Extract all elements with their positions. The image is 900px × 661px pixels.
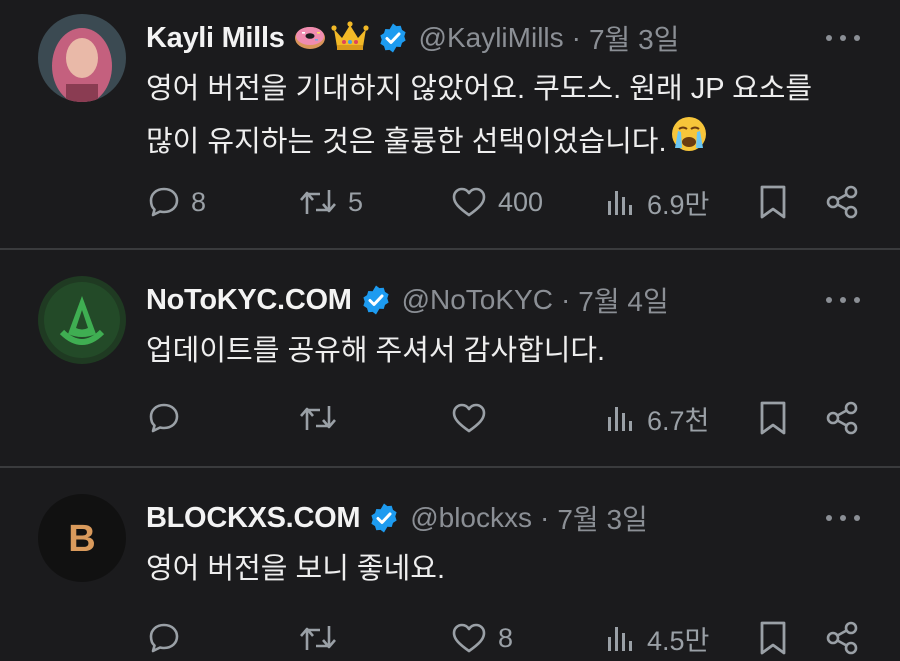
reply-icon <box>149 403 179 433</box>
views-chart-icon <box>608 407 632 431</box>
reply-button[interactable] <box>147 398 191 438</box>
avatar[interactable]: B <box>38 494 126 582</box>
views-button[interactable]: 6.7천 <box>605 398 709 438</box>
post-header: BLOCKXS.COM @blockxs · 7월 3일 <box>146 498 648 538</box>
views-button[interactable]: 6.9만 <box>605 182 709 222</box>
share-button[interactable] <box>824 182 860 222</box>
user-handle[interactable]: @blockxs <box>410 502 532 534</box>
view-count: 6.9만 <box>647 189 710 220</box>
bookmark-icon <box>760 185 786 219</box>
post-text-line: 영어 버전을 보니 좋네요. <box>146 553 446 585</box>
display-name[interactable]: NoToKYC.COM <box>146 284 352 317</box>
bookmark-icon <box>760 401 786 435</box>
display-name[interactable]: Kayli Mills <box>146 22 285 55</box>
like-button[interactable]: 400 <box>450 182 543 222</box>
share-icon <box>826 401 858 435</box>
like-count: 400 <box>498 186 544 217</box>
views-chart-icon <box>608 627 632 651</box>
crying-face-emoji <box>669 114 709 170</box>
crown-emoji <box>330 19 369 58</box>
post-kayli-mills[interactable]: Kayli Mills @KayliMills · 7월 3일 영어 버전을 기… <box>0 0 900 250</box>
post-text: 영어 버전을 기대하지 않았어요. 쿠도스. 원래 JP 요소를 많이 유지하는… <box>146 64 866 170</box>
views-button[interactable]: 4.5만 <box>605 618 709 658</box>
donut-emoji <box>293 19 327 58</box>
reply-count: 8 <box>191 186 207 217</box>
reply-icon <box>149 623 179 653</box>
share-icon <box>826 621 858 655</box>
reply-button[interactable] <box>147 618 191 658</box>
post-notokyc[interactable]: NoToKYC.COM @NoToKYC · 7월 4일 업데이트를 공유해 주… <box>0 250 900 468</box>
heart-icon <box>452 187 486 217</box>
post-actions: 6.7천 <box>0 398 900 438</box>
timeline-feed: Kayli Mills @KayliMills · 7월 3일 영어 버전을 기… <box>0 0 900 661</box>
bookmark-icon <box>760 621 786 655</box>
repost-icon <box>300 190 336 214</box>
post-header: NoToKYC.COM @NoToKYC · 7월 4일 <box>146 280 669 320</box>
display-name[interactable]: BLOCKXS.COM <box>146 502 361 535</box>
repost-count: 5 <box>348 186 364 217</box>
like-button[interactable] <box>450 398 498 438</box>
verified-badge-icon <box>360 284 392 316</box>
repost-button[interactable] <box>298 398 348 438</box>
post-text: 업데이트를 공유해 주셔서 감사합니다. <box>146 326 866 376</box>
views-chart-icon <box>608 191 632 215</box>
share-button[interactable] <box>824 398 860 438</box>
separator-dot: · <box>571 22 581 53</box>
user-handle[interactable]: @NoToKYC <box>402 284 553 316</box>
more-options-icon[interactable] <box>826 290 860 310</box>
view-count: 6.7천 <box>647 405 710 436</box>
reply-button[interactable]: 8 <box>147 182 206 222</box>
repost-button[interactable]: 5 <box>298 182 363 222</box>
post-text-line: 영어 버전을 기대하지 않았어요. 쿠도스. 원래 JP 요소를 <box>146 73 813 105</box>
bookmark-button[interactable] <box>758 398 788 438</box>
heart-icon <box>452 623 486 653</box>
post-date[interactable]: 7월 4일 <box>578 280 668 320</box>
post-text-line: 많이 유지하는 것은 훌륭한 선택이었습니다. <box>146 126 667 158</box>
reply-icon <box>149 187 179 217</box>
post-header: Kayli Mills @KayliMills · 7월 3일 <box>146 18 679 58</box>
like-button[interactable]: 8 <box>450 618 513 658</box>
repost-icon <box>300 406 336 430</box>
like-count: 8 <box>498 622 514 653</box>
post-date[interactable]: 7월 3일 <box>557 498 647 538</box>
post-actions: 8 5 400 6.9만 <box>0 182 900 222</box>
heart-icon <box>452 403 486 433</box>
view-count: 4.5만 <box>647 625 710 656</box>
verified-badge-icon <box>377 22 409 54</box>
repost-icon <box>300 626 336 650</box>
avatar[interactable] <box>38 14 126 102</box>
share-icon <box>826 185 858 219</box>
post-blockxs[interactable]: B BLOCKXS.COM @blockxs · 7월 3일 영어 버전을 보니… <box>0 468 900 661</box>
bookmark-button[interactable] <box>758 182 788 222</box>
share-button[interactable] <box>824 618 860 658</box>
verified-badge-icon <box>368 502 400 534</box>
separator-dot: · <box>560 284 571 315</box>
post-text-line: 업데이트를 공유해 주셔서 감사합니다. <box>146 335 606 367</box>
bookmark-button[interactable] <box>758 618 788 658</box>
separator-dot: · <box>540 502 550 533</box>
avatar[interactable] <box>38 276 126 364</box>
post-date[interactable]: 7월 3일 <box>589 18 679 58</box>
avatar-letter: B <box>68 518 95 560</box>
more-options-icon[interactable] <box>826 28 860 48</box>
post-text: 영어 버전을 보니 좋네요. <box>146 544 866 594</box>
post-actions: 8 4.5만 <box>0 618 900 658</box>
user-handle[interactable]: @KayliMills <box>419 22 564 54</box>
repost-button[interactable] <box>298 618 348 658</box>
more-options-icon[interactable] <box>826 508 860 528</box>
